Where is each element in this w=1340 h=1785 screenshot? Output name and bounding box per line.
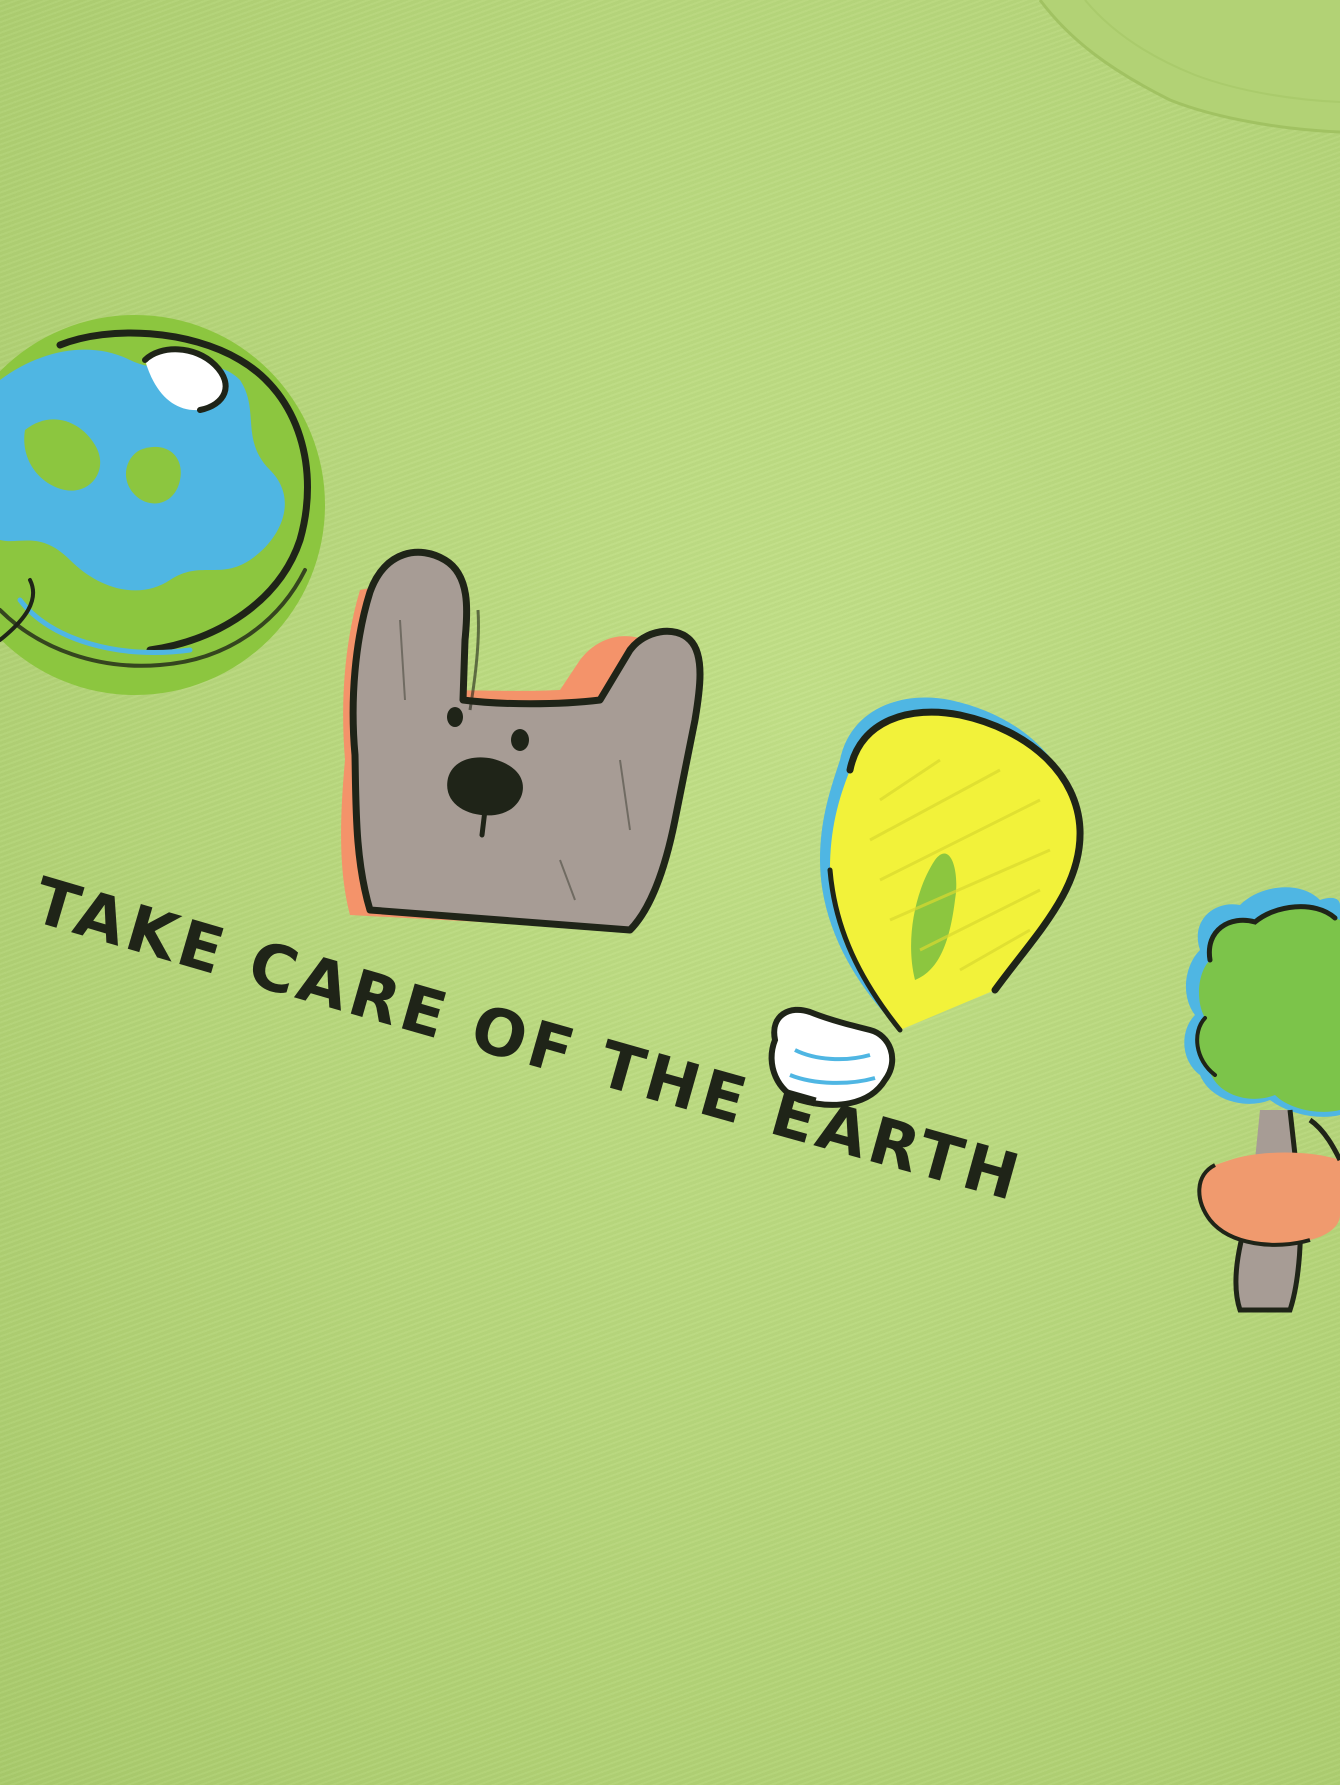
light-bulb-illustration	[768, 697, 1084, 1108]
shopping-bag-face-illustration	[341, 548, 704, 934]
print-artwork	[0, 0, 1340, 1313]
tree-illustration	[1184, 887, 1340, 1313]
t-shirt-fabric: TAKE CARE OF THE EARTH	[0, 0, 1340, 1785]
neck-collar	[1038, 0, 1340, 134]
earth-globe-illustration	[0, 315, 325, 695]
